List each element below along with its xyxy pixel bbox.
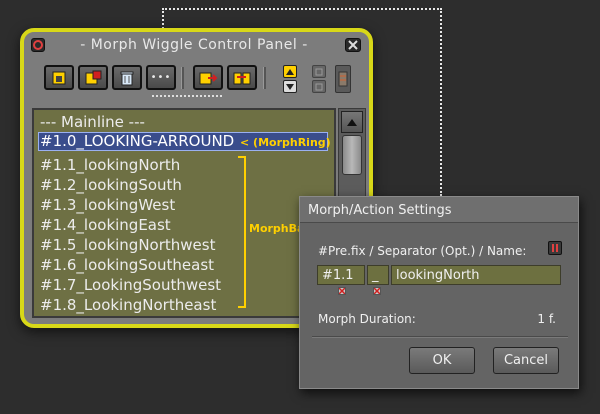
toolbar-dotted-line — [152, 95, 222, 97]
import-button[interactable] — [227, 65, 257, 90]
dialog-title-bar[interactable]: Morph/Action Settings — [300, 197, 578, 223]
duration-label: Morph Duration: — [318, 312, 416, 326]
option-icon — [315, 68, 323, 75]
morph-option-button[interactable] — [312, 80, 326, 93]
scroll-thumb[interactable] — [342, 135, 362, 175]
export-button[interactable] — [193, 65, 223, 90]
more-icon: ••• — [150, 72, 172, 83]
clear-prefix-icon[interactable] — [338, 287, 346, 295]
list-item[interactable]: #1.2_lookingSouth — [40, 176, 182, 194]
close-icon[interactable] — [345, 38, 361, 52]
settings-toggle-button[interactable] — [335, 65, 351, 93]
cancel-button[interactable]: Cancel — [493, 347, 559, 374]
add-morph-icon — [85, 70, 102, 84]
option-icon — [315, 83, 323, 90]
arrow-up-icon — [347, 118, 357, 126]
morph-action-settings-dialog: Morph/Action Settings #Pre.fix / Separat… — [299, 196, 579, 389]
connector-line-right — [440, 8, 442, 196]
arrow-up-icon — [286, 68, 294, 75]
morph-balls-bracket — [238, 156, 246, 308]
connector-line-top — [162, 8, 442, 10]
more-options-button[interactable]: ••• — [146, 65, 176, 90]
list-item[interactable]: #1.8_LookingNortheast — [40, 296, 216, 314]
name-field-label: #Pre.fix / Separator (Opt.) / Name: — [318, 244, 527, 258]
new-morph-icon — [52, 71, 66, 84]
clear-separator-icon[interactable] — [373, 287, 381, 295]
list-item[interactable]: #1.4_lookingEast — [40, 216, 171, 234]
panel-title: - Morph Wiggle Control Panel - — [80, 37, 308, 53]
move-down-button[interactable] — [283, 80, 297, 93]
list-item[interactable]: #1.7_LookingSouthwest — [40, 276, 221, 294]
toolbar-separator — [181, 67, 184, 89]
delete-button[interactable] — [112, 65, 142, 90]
app-icon[interactable] — [31, 38, 45, 52]
import-icon — [233, 72, 251, 84]
trash-icon — [120, 71, 134, 85]
info-icon[interactable] — [548, 241, 562, 255]
move-up-button[interactable] — [283, 65, 297, 78]
list-header: --- Mainline --- — [40, 113, 145, 131]
morph-list[interactable]: --- Mainline --- #1.0_LOOKING-ARROUND < … — [32, 108, 336, 318]
dialog-title: Morph/Action Settings — [308, 203, 452, 218]
list-item[interactable]: #1.3_lookingWest — [40, 196, 175, 214]
settings-icon — [338, 71, 348, 87]
export-icon — [199, 72, 218, 84]
scroll-up-button[interactable] — [341, 111, 363, 133]
morph-option-button[interactable] — [312, 65, 326, 78]
name-input[interactable]: lookingNorth — [391, 265, 561, 285]
prefix-input[interactable]: #1.1 — [317, 265, 365, 285]
add-morph-button[interactable] — [78, 65, 108, 90]
ok-button[interactable]: OK — [409, 347, 475, 374]
dialog-divider — [312, 336, 568, 338]
title-bar[interactable]: - Morph Wiggle Control Panel - — [24, 32, 369, 58]
duration-value[interactable]: 1 f. — [537, 312, 556, 326]
list-item[interactable]: #1.5_lookingNorthwest — [40, 236, 215, 254]
list-item[interactable]: #1.6_lookingSoutheast — [40, 256, 214, 274]
list-item-selected[interactable]: #1.0_LOOKING-ARROUND — [40, 132, 234, 150]
list-item[interactable]: #1.1_lookingNorth — [40, 156, 180, 174]
toolbar-separator — [263, 67, 266, 89]
arrow-down-icon — [286, 83, 294, 90]
new-morph-button[interactable] — [44, 65, 74, 90]
separator-input[interactable]: _ — [367, 265, 389, 285]
morph-ring-annotation: < (MorphRing) — [240, 136, 331, 149]
